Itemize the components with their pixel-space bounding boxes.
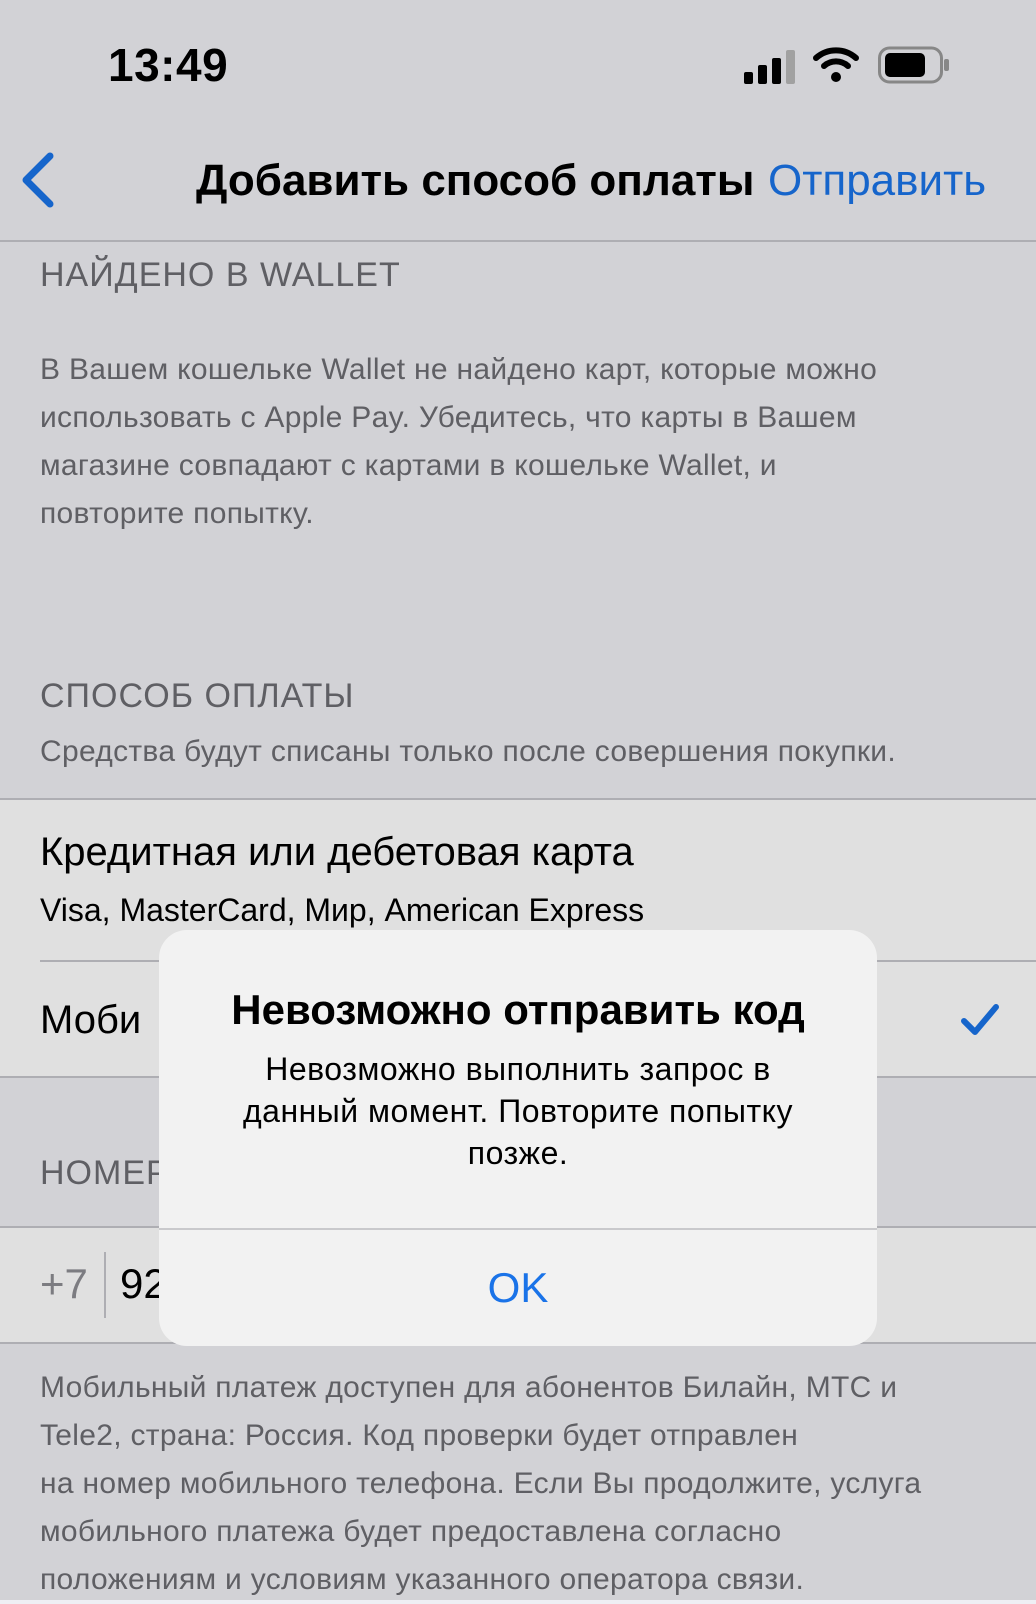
alert-title: Невозможно отправить код — [231, 986, 805, 1033]
alert-message: Невозможно выполнить запрос в данный мом… — [203, 1048, 833, 1174]
alert-message-line: Невозможно выполнить запрос в — [265, 1051, 771, 1087]
alert-message-line: данный момент. Повторите попытку — [242, 1093, 794, 1129]
ok-button[interactable]: OK — [159, 1230, 877, 1346]
alert-dialog: Невозможно отправить код Невозможно выпо… — [159, 930, 877, 1346]
modal-backdrop — [0, 0, 1036, 1600]
alert-message-line: позже. — [467, 1135, 569, 1171]
